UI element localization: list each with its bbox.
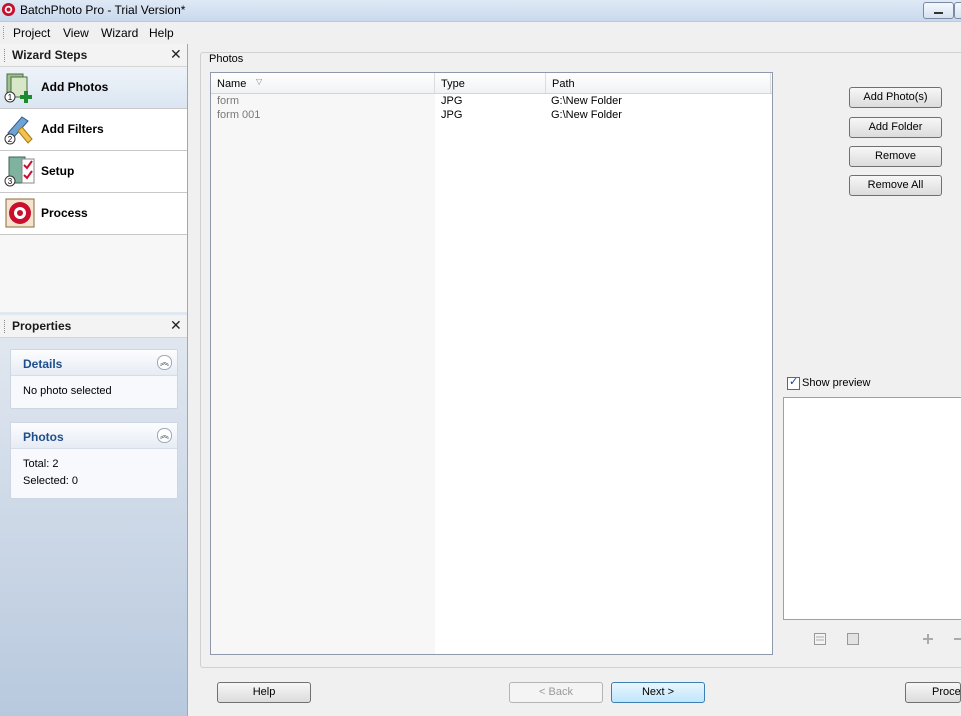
column-header-path-label: Path [552, 78, 575, 90]
setup-icon: 3 [4, 156, 35, 187]
column-header-name[interactable]: Name ▽ [211, 73, 435, 93]
actual-size-icon[interactable] [847, 633, 859, 645]
menu-wizard[interactable]: Wizard [101, 26, 138, 40]
add-photos-button[interactable]: Add Photo(s) [849, 87, 942, 108]
svg-text:1: 1 [8, 93, 13, 102]
collapse-up-icon[interactable]: ︽ [157, 428, 172, 443]
wizard-steps-title: Wizard Steps [12, 48, 88, 62]
column-header-path[interactable]: Path [546, 73, 771, 93]
svg-text:2: 2 [8, 135, 13, 144]
column-header-name-label: Name [217, 78, 247, 90]
photos-card: Photos ︽ Total: 2 Selected: 0 [10, 422, 178, 499]
add-filters-icon: 2 [4, 116, 33, 145]
app-logo-icon [1, 2, 16, 17]
step-label-add-photos: Add Photos [41, 80, 109, 94]
preview-area [783, 397, 961, 620]
cell-path: G:\New Folder [551, 109, 622, 121]
photos-total: Total: 2 [23, 458, 59, 470]
step-label-setup: Setup [41, 164, 75, 178]
column-header-type[interactable]: Type [435, 73, 546, 93]
collapse-up-icon[interactable]: ︽ [157, 355, 172, 370]
wizard-steps-list: 1 Add Photos 2 Add Filters 3 Setup Proce… [0, 67, 187, 312]
next-button[interactable]: Next > [611, 682, 705, 703]
remove-button[interactable]: Remove [849, 146, 942, 167]
show-preview-label: Show preview [802, 377, 871, 389]
menu-view[interactable]: View [63, 26, 89, 40]
help-button[interactable]: Help [217, 682, 311, 703]
cell-path: G:\New Folder [551, 95, 622, 107]
window-title: BatchPhoto Pro - Trial Version* [20, 3, 186, 17]
minimize-button[interactable] [923, 2, 954, 19]
wizard-steps-header: Wizard Steps ✕ [0, 44, 187, 67]
photos-list[interactable]: Name ▽ Type Path form JPG G:\New Folder … [210, 72, 773, 655]
remove-all-button[interactable]: Remove All [849, 175, 942, 196]
photos-card-header[interactable]: Photos ︽ [11, 423, 177, 449]
close-icon[interactable]: ✕ [170, 317, 182, 334]
details-title: Details [23, 357, 63, 371]
column-header-type-label: Type [441, 78, 465, 90]
sidebar: Wizard Steps ✕ 1 Add Photos 2 Add Filter… [0, 44, 188, 716]
name-column-background [211, 93, 435, 654]
show-preview-checkbox[interactable] [787, 375, 800, 390]
table-row[interactable]: form JPG G:\New Folder [211, 95, 772, 109]
photos-group-label: Photos [208, 53, 245, 65]
properties-title: Properties [12, 319, 72, 333]
maximize-button[interactable] [954, 2, 961, 19]
process-button[interactable]: Process [905, 682, 961, 703]
menubar-grip [3, 26, 6, 39]
menu-bar: Project View Wizard Help [0, 22, 961, 43]
cell-type: JPG [441, 109, 463, 121]
cell-name: form [217, 95, 239, 107]
menu-help[interactable]: Help [149, 26, 174, 40]
panel-grip [4, 320, 7, 333]
cell-type: JPG [441, 95, 463, 107]
zoom-in-icon[interactable] [922, 633, 934, 645]
fit-view-icon[interactable] [814, 633, 826, 645]
properties-header: Properties ✕ [0, 315, 187, 338]
details-card: Details ︽ No photo selected [10, 349, 178, 409]
process-icon [5, 198, 35, 228]
close-icon[interactable]: ✕ [170, 46, 182, 63]
wizard-step-process[interactable]: Process [0, 193, 187, 235]
add-folder-button[interactable]: Add Folder [849, 117, 942, 138]
title-bar: BatchPhoto Pro - Trial Version* [0, 0, 961, 22]
details-card-header[interactable]: Details ︽ [11, 350, 177, 376]
wizard-step-setup[interactable]: 3 Setup [0, 151, 187, 193]
table-row[interactable]: form 001 JPG G:\New Folder [211, 109, 772, 123]
add-photos-icon: 1 [4, 73, 32, 103]
panel-grip [4, 49, 7, 62]
list-header: Name ▽ Type Path [211, 73, 772, 94]
sort-descending-icon: ▽ [256, 77, 263, 86]
photos-selected: Selected: 0 [23, 475, 79, 487]
back-button[interactable]: < Back [509, 682, 603, 703]
step-label-add-filters: Add Filters [41, 122, 104, 136]
cell-name: form 001 [217, 109, 261, 121]
zoom-out-icon[interactable] [949, 633, 961, 645]
wizard-step-add-photos[interactable]: 1 Add Photos [0, 67, 187, 109]
wizard-step-add-filters[interactable]: 2 Add Filters [0, 109, 187, 151]
menu-project[interactable]: Project [13, 26, 50, 40]
details-text: No photo selected [23, 385, 112, 397]
svg-text:3: 3 [8, 177, 13, 186]
photos-card-title: Photos [23, 430, 64, 444]
step-label-process: Process [41, 206, 88, 220]
